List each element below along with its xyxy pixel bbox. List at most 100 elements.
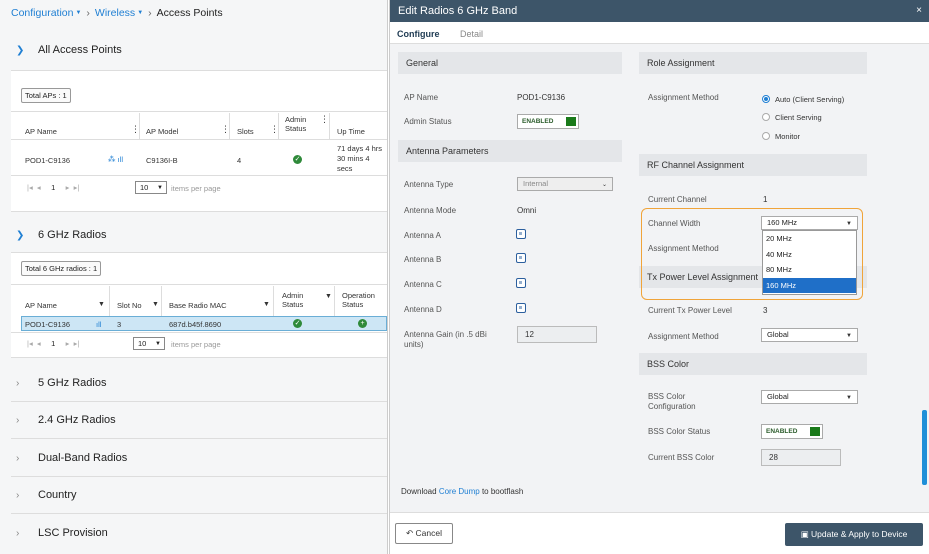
tab-detail[interactable]: Detail [460,29,483,39]
ap-name-label: AP Name [404,93,439,102]
tx-method-label: Assignment Method [648,332,719,341]
all-aps-table-panel: Total APs : 1 AP Name ⋮ AP Model ⋮ Slots… [11,70,387,212]
cancel-button[interactable]: ↶ Cancel [395,523,453,544]
radio-auto-client-serving[interactable] [762,95,770,103]
channel-width-option[interactable]: 20 MHz [763,231,856,247]
section-country[interactable]: › Country [16,485,77,505]
antenna-mode-label: Antenna Mode [404,206,457,215]
antenna-d-checkbox[interactable] [516,303,526,313]
col-ap-model[interactable]: AP Model [146,127,178,136]
col-admin-status[interactable]: Admin Status [285,115,306,133]
bss-status-label: BSS Color Status [648,427,711,436]
ap-tools-icon[interactable]: ⁂ ıll [108,155,123,164]
col-slots[interactable]: Slots [237,127,254,136]
filter-icon[interactable]: ▼ [98,301,105,308]
plus-circle-icon: + [358,319,367,328]
pagination[interactable]: |◂ ◂ 1 ▸ ▸| [27,183,79,192]
current-bss-color-input: 28 [761,449,841,466]
total-aps-badge: Total APs : 1 [21,88,71,103]
antenna-d-label: Antenna D [404,305,442,314]
col-up-time[interactable]: Up Time [337,127,365,136]
antenna-a-checkbox[interactable] [516,229,526,239]
admin-status-label: Admin Status [404,117,452,126]
col-menu-icon[interactable]: ⋮ [320,115,329,124]
antenna-c-label: Antenna C [404,280,442,289]
filter-icon[interactable]: ▼ [263,301,270,308]
core-dump-link[interactable]: Core Dump [439,487,480,496]
per-page-select[interactable]: 10 ▼ [135,181,167,194]
bss-config-label: BSS Color Configuration [648,392,696,411]
ap-name-value: POD1-C9136 [517,93,566,102]
breadcrumb-wireless[interactable]: Wireless ▼ [95,7,143,19]
chart-icon[interactable]: ıll [96,320,101,329]
undo-icon: ↶ [406,528,414,538]
up-time-cell: 71 days 4 hrs 30 mins 4 secs [337,144,383,173]
section-all-access-points[interactable]: ❯ All Access Points [16,40,122,60]
section-title: All Access Points [38,44,122,56]
current-tx-power-label: Current Tx Power Level [648,306,732,315]
role-method-label: Assignment Method [648,93,719,102]
section-6ghz-radios[interactable]: ❯ 6 GHz Radios [16,225,106,245]
channel-width-option[interactable]: 80 MHz [763,262,856,278]
breadcrumb: Configuration ▼ › Wireless ▼ › Access Points [11,7,223,19]
save-icon: ▣ [800,529,809,539]
rf-channel-header: RF Channel Assignment [639,154,867,176]
radio-label: Auto (Client Serving) [775,95,845,104]
ap-name-cell[interactable]: POD1-C9136 [25,156,70,165]
col-ap-name[interactable]: AP Name [25,127,57,136]
col-ap-name[interactable]: AP Name [25,301,57,310]
section-24ghz-radios[interactable]: › 2.4 GHz Radios [16,410,116,430]
channel-width-option[interactable]: 40 MHz [763,247,856,263]
antenna-parameters-header: Antenna Parameters [398,140,622,162]
admin-status-toggle[interactable]: ENABLED [517,114,579,129]
antenna-gain-input[interactable]: 12 [517,326,597,343]
radio-client-serving[interactable] [762,113,770,121]
pagination[interactable]: |◂ ◂ 1 ▸ ▸| [27,339,79,348]
radio-label: Monitor [775,132,801,141]
col-base-radio-mac[interactable]: Base Radio MAC [169,301,227,310]
update-apply-button[interactable]: ▣ Update & Apply to Device [785,523,923,546]
chevron-right-icon: › [16,527,20,539]
section-5ghz-radios[interactable]: › 5 GHz Radios [16,373,106,393]
section-lsc-provision[interactable]: › LSC Provision [16,523,108,543]
chevron-right-icon: › [16,452,20,464]
col-admin-status[interactable]: Admin Status [282,291,303,309]
channel-width-option-selected[interactable]: 160 MHz [763,277,856,293]
bss-status-toggle[interactable]: ENABLED [761,424,823,439]
chevron-right-icon: › [16,489,20,501]
bss-config-select[interactable]: Global ▼ [761,390,858,404]
filter-icon[interactable]: ▼ [152,301,159,308]
antenna-b-checkbox[interactable] [516,253,526,263]
col-slot-no[interactable]: Slot No [117,301,142,310]
radio-monitor[interactable] [762,132,770,140]
radio-label: Client Serving [775,113,822,122]
antenna-type-label: Antenna Type [404,180,454,189]
access-points-page: Configuration ▼ › Wireless ▼ › Access Points ❯… [0,0,388,554]
bss-color-header: BSS Color [639,353,867,375]
antenna-c-checkbox[interactable] [516,278,526,288]
current-channel-label: Current Channel [648,195,707,204]
current-channel-value: 1 [763,195,768,204]
check-circle-icon: ✓ [293,155,302,164]
close-icon[interactable]: × [916,0,922,22]
current-bss-color-label: Current BSS Color [648,453,715,462]
scrollbar[interactable] [922,410,927,485]
ap-name-cell[interactable]: POD1-C9136 [25,320,70,329]
breadcrumb-configuration[interactable]: Configuration ▼ [11,7,81,19]
antenna-mode-value: Omni [517,206,537,215]
slot-no-cell: 3 [117,320,122,329]
filter-icon[interactable]: ▼ [325,293,332,300]
breadcrumb-current: Access Points [156,7,223,19]
modal-title-bar: Edit Radios 6 GHz Band × [390,0,929,22]
modal-title: Edit Radios 6 GHz Band [398,5,518,17]
section-dual-band-radios[interactable]: › Dual-Band Radios [16,448,127,468]
role-assignment-header: Role Assignment [639,52,867,74]
current-tx-power-value: 3 [763,306,768,315]
ap-model-cell: C9136I-B [146,156,178,165]
channel-width-dropdown[interactable]: 20 MHz 40 MHz 80 MHz 160 MHz [762,230,857,295]
tx-method-select[interactable]: Global ▼ [761,328,858,342]
per-page-select[interactable]: 10 ▼ [133,337,165,350]
col-operation-status[interactable]: Operation Status [342,291,375,309]
general-header: General [398,52,622,74]
base-radio-mac-cell: 687d.b45f.8690 [169,320,222,329]
